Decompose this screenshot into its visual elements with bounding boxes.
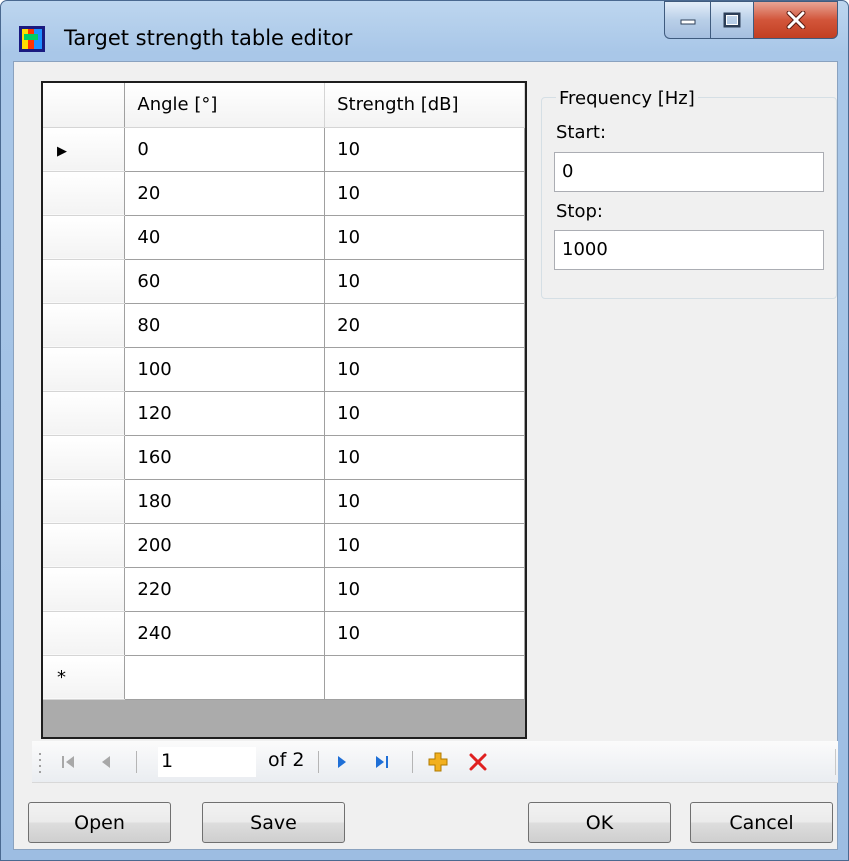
cell-strength[interactable]: 10 (324, 259, 525, 304)
row-header[interactable] (43, 611, 126, 656)
cell-angle[interactable]: 20 (124, 171, 326, 216)
move-last-icon[interactable] (368, 747, 396, 777)
window-title: Target strength table editor (64, 26, 353, 50)
cancel-button[interactable]: Cancel (690, 802, 833, 843)
app-icon (19, 26, 45, 52)
table-row[interactable]: 60 10 (43, 259, 525, 304)
table-row[interactable]: 100 10 (43, 347, 525, 392)
row-header[interactable] (43, 523, 126, 568)
cell-angle[interactable]: 40 (124, 215, 326, 260)
data-grid[interactable]: Angle [°] Strength [dB] ▶ 0 10 20 10 40 … (41, 81, 527, 739)
row-header[interactable] (43, 567, 126, 612)
cell-angle[interactable]: 80 (124, 303, 326, 348)
maximize-icon (723, 12, 741, 28)
add-new-icon[interactable] (424, 747, 452, 777)
minimize-icon (680, 19, 695, 25)
new-row-marker: * (57, 666, 66, 688)
toolbar-end-line (835, 749, 836, 775)
count-label: of 2 (268, 749, 305, 771)
cell-angle[interactable]: 60 (124, 259, 326, 304)
cell-strength[interactable]: 20 (324, 303, 525, 348)
cell-angle[interactable]: 160 (124, 435, 326, 480)
cell-strength[interactable]: 10 (324, 127, 525, 172)
stop-frequency-input[interactable]: 1000 (554, 230, 824, 270)
frequency-legend: Frequency [Hz] (556, 88, 698, 109)
move-first-icon[interactable] (54, 747, 82, 777)
stop-label: Stop: (556, 201, 603, 222)
table-row[interactable]: 220 10 (43, 567, 525, 612)
position-input[interactable]: 1 (158, 747, 256, 777)
cell-strength[interactable]: 10 (324, 171, 525, 216)
client-area: Angle [°] Strength [dB] ▶ 0 10 20 10 40 … (13, 61, 838, 850)
close-icon (786, 11, 805, 29)
new-row[interactable]: * (43, 655, 525, 700)
table-row[interactable]: ▶ 0 10 (43, 127, 525, 172)
cell-strength-new[interactable] (324, 655, 525, 700)
table-row[interactable]: 120 10 (43, 391, 525, 436)
column-header-angle[interactable]: Angle [°] (124, 83, 326, 128)
caption-buttons (664, 1, 838, 41)
toolbar-separator (136, 751, 137, 773)
table-row[interactable]: 160 10 (43, 435, 525, 480)
delete-icon[interactable] (464, 747, 492, 777)
ok-button[interactable]: OK (528, 802, 671, 843)
row-header-current[interactable]: ▶ (43, 127, 126, 172)
dialog-window: Target strength table editor Angle [°] S… (0, 0, 849, 861)
table-row[interactable]: 180 10 (43, 479, 525, 524)
frequency-groupbox: Frequency [Hz] Start: 0 Stop: 1000 (541, 88, 837, 299)
row-header[interactable] (43, 347, 126, 392)
cell-angle[interactable]: 120 (124, 391, 326, 436)
cell-angle-new[interactable] (124, 655, 326, 700)
cell-strength[interactable]: 10 (324, 523, 525, 568)
cell-angle[interactable]: 180 (124, 479, 326, 524)
table-row[interactable]: 200 10 (43, 523, 525, 568)
row-header[interactable] (43, 391, 126, 436)
cell-angle[interactable]: 240 (124, 611, 326, 656)
close-button[interactable] (754, 1, 838, 39)
toolbar-grip-icon[interactable] (36, 747, 44, 777)
start-frequency-input[interactable]: 0 (554, 152, 824, 192)
cell-strength[interactable]: 10 (324, 479, 525, 524)
table-row[interactable]: 240 10 (43, 611, 525, 656)
table-row[interactable]: 40 10 (43, 215, 525, 260)
cell-strength[interactable]: 10 (324, 347, 525, 392)
open-button[interactable]: Open (28, 802, 171, 843)
cell-strength[interactable]: 10 (324, 567, 525, 612)
row-header[interactable] (43, 435, 126, 480)
cell-angle[interactable]: 200 (124, 523, 326, 568)
grid-header-row: Angle [°] Strength [dB] (43, 83, 525, 128)
row-header[interactable] (43, 303, 126, 348)
save-button[interactable]: Save (202, 802, 345, 843)
table-row[interactable]: 80 20 (43, 303, 525, 348)
cell-angle[interactable]: 0 (124, 127, 326, 172)
start-label: Start: (556, 122, 607, 143)
cell-strength[interactable]: 10 (324, 391, 525, 436)
cell-angle[interactable]: 100 (124, 347, 326, 392)
row-header[interactable] (43, 171, 126, 216)
current-row-arrow-icon: ▶ (57, 143, 67, 159)
grid-table: Angle [°] Strength [dB] ▶ 0 10 20 10 40 … (43, 83, 525, 700)
row-header[interactable] (43, 215, 126, 260)
move-previous-icon[interactable] (94, 747, 118, 777)
column-header-strength[interactable]: Strength [dB] (324, 83, 525, 128)
grid-corner-cell[interactable] (43, 83, 126, 128)
minimize-button[interactable] (664, 1, 710, 39)
row-header[interactable] (43, 479, 126, 524)
row-header-new[interactable]: * (43, 655, 126, 700)
title-bar[interactable]: Target strength table editor (1, 1, 848, 61)
move-next-icon[interactable] (330, 747, 354, 777)
row-header[interactable] (43, 259, 126, 304)
maximize-button[interactable] (710, 1, 754, 39)
toolbar-separator (412, 751, 413, 773)
table-row[interactable]: 20 10 (43, 171, 525, 216)
cell-strength[interactable]: 10 (324, 435, 525, 480)
cell-strength[interactable]: 10 (324, 215, 525, 260)
cell-angle[interactable]: 220 (124, 567, 326, 612)
binding-navigator: 1 of 2 (32, 741, 838, 783)
toolbar-separator (318, 751, 319, 773)
cell-strength[interactable]: 10 (324, 611, 525, 656)
